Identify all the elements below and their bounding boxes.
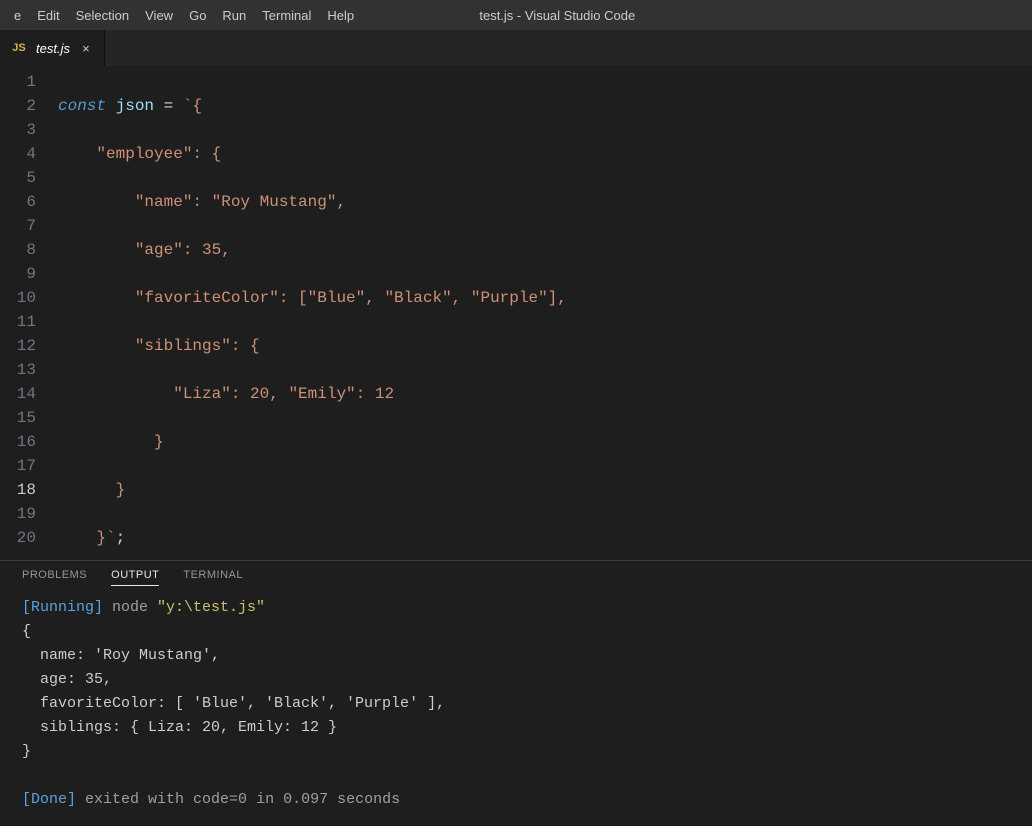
token: "siblings": { bbox=[58, 337, 260, 355]
line-number: 1 bbox=[0, 70, 36, 94]
line-number: 18 bbox=[0, 478, 36, 502]
line-number: 7 bbox=[0, 214, 36, 238]
output-text: exited with bbox=[76, 791, 193, 808]
menu-help[interactable]: Help bbox=[319, 3, 362, 28]
menu-selection[interactable]: Selection bbox=[68, 3, 137, 28]
line-number: 11 bbox=[0, 310, 36, 334]
menu-run[interactable]: Run bbox=[214, 3, 254, 28]
code-area[interactable]: const json = ` { "employee": { "name": "R… bbox=[58, 70, 1032, 560]
output-text: { bbox=[22, 623, 31, 640]
token: , bbox=[221, 241, 231, 259]
output-tag: [Running] bbox=[22, 599, 103, 616]
output-text: seconds bbox=[328, 791, 400, 808]
line-number: 12 bbox=[0, 334, 36, 358]
panel: PROBLEMS OUTPUT TERMINAL [Running] node … bbox=[0, 560, 1032, 826]
gutter: 1 2 3 4 5 6 7 8 9 10 11 12 13 14 15 16 1… bbox=[0, 70, 58, 560]
window-title: test.js - Visual Studio Code bbox=[479, 8, 635, 23]
line-number: 17 bbox=[0, 454, 36, 478]
menu-file-fragment[interactable]: e bbox=[6, 3, 29, 28]
js-file-icon: JS bbox=[10, 41, 28, 55]
token: } bbox=[58, 481, 125, 499]
line-number: 8 bbox=[0, 238, 36, 262]
tab-problems[interactable]: PROBLEMS bbox=[22, 569, 87, 586]
token: "employee": { bbox=[58, 145, 221, 163]
tab-output[interactable]: OUTPUT bbox=[111, 569, 159, 586]
token: "Liza": bbox=[58, 385, 250, 403]
menu-terminal[interactable]: Terminal bbox=[254, 3, 319, 28]
token: "favoriteColor": ["Blue", "Black", "Purp… bbox=[58, 289, 567, 307]
token: 20 bbox=[250, 385, 269, 403]
token: } bbox=[58, 529, 106, 547]
tabbar: JS test.js × bbox=[0, 30, 1032, 66]
tab-test-js[interactable]: JS test.js × bbox=[0, 30, 105, 66]
output-text: name: 'Roy Mustang', bbox=[22, 647, 220, 664]
menu-go[interactable]: Go bbox=[181, 3, 214, 28]
token: , "Emily": bbox=[269, 385, 375, 403]
token: { bbox=[192, 97, 202, 115]
line-number: 10 bbox=[0, 286, 36, 310]
token: 35 bbox=[202, 241, 221, 259]
output-tag: [Done] bbox=[22, 791, 76, 808]
token: ; bbox=[116, 529, 126, 547]
menu-view[interactable]: View bbox=[137, 3, 181, 28]
output-text: } bbox=[22, 743, 31, 760]
line-number: 6 bbox=[0, 190, 36, 214]
line-number: 4 bbox=[0, 142, 36, 166]
output-text: 0.097 bbox=[283, 791, 328, 808]
line-number: 14 bbox=[0, 382, 36, 406]
line-number: 15 bbox=[0, 406, 36, 430]
line-number: 9 bbox=[0, 262, 36, 286]
output-body[interactable]: [Running] node "y:\test.js" { name: 'Roy… bbox=[0, 594, 1032, 826]
token: "age": bbox=[58, 241, 202, 259]
panel-tabs: PROBLEMS OUTPUT TERMINAL bbox=[0, 561, 1032, 594]
output-text: node bbox=[103, 599, 157, 616]
menubar: e Edit Selection View Go Run Terminal He… bbox=[0, 0, 1032, 30]
output-text: siblings: { Liza: 20, Emily: 12 } bbox=[22, 719, 337, 736]
tab-terminal[interactable]: TERMINAL bbox=[183, 569, 243, 586]
token: "name": "Roy Mustang", bbox=[58, 193, 346, 211]
line-number: 5 bbox=[0, 166, 36, 190]
tab-label: test.js bbox=[36, 41, 70, 56]
token: ` bbox=[106, 529, 116, 547]
editor[interactable]: 1 2 3 4 5 6 7 8 9 10 11 12 13 14 15 16 1… bbox=[0, 66, 1032, 560]
line-number: 19 bbox=[0, 502, 36, 526]
token: = bbox=[164, 97, 174, 115]
line-number: 13 bbox=[0, 358, 36, 382]
menu-edit[interactable]: Edit bbox=[29, 3, 67, 28]
output-text: "y:\test.js" bbox=[157, 599, 265, 616]
token: json bbox=[116, 97, 154, 115]
line-number: 3 bbox=[0, 118, 36, 142]
line-number: 20 bbox=[0, 526, 36, 550]
close-icon[interactable]: × bbox=[78, 40, 94, 56]
token: 12 bbox=[375, 385, 394, 403]
output-text: favoriteColor: [ 'Blue', 'Black', 'Purpl… bbox=[22, 695, 445, 712]
line-number: 2 bbox=[0, 94, 36, 118]
output-text: age: 35, bbox=[22, 671, 112, 688]
output-text: code=0 bbox=[193, 791, 247, 808]
output-text: in bbox=[247, 791, 283, 808]
token: } bbox=[58, 433, 164, 451]
line-number: 16 bbox=[0, 430, 36, 454]
token: const bbox=[58, 97, 106, 115]
